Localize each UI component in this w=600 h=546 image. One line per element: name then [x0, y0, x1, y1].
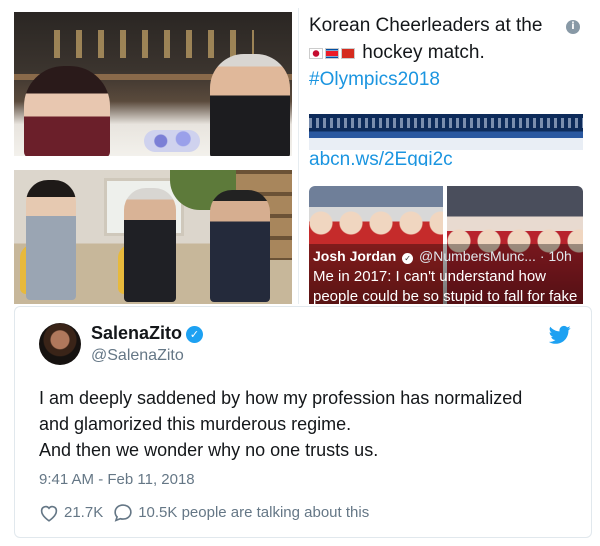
reply-time: · 10h [539, 248, 572, 264]
reply-text-line1: Me in 2017: I can't understand how [313, 268, 547, 285]
photo-detail-person-right [210, 54, 290, 156]
info-icon[interactable]: i [566, 20, 580, 34]
hashtag-link[interactable]: #Olympics2018 [309, 69, 440, 90]
verified-icon: ✓ [402, 253, 414, 264]
photo-detail-person-right [210, 190, 270, 302]
reply-author-handle[interactable]: @NumbersMunc... [419, 248, 536, 264]
avatar[interactable] [39, 323, 81, 365]
hockey-tweet-text: Korean Cheerleaders at the hockey match.… [309, 12, 569, 93]
tweet-body-line1: I am deeply saddened by how my professio… [39, 388, 523, 408]
photo-detail-person-left [26, 180, 76, 300]
verified-badge-icon: ✓ [186, 326, 204, 343]
shortened-link[interactable]: abcn.ws/2Egqi2c [309, 150, 453, 166]
comments-count: 10.5K people are talking about this [138, 504, 370, 521]
flag-south-korea-icon [309, 48, 323, 59]
photo-meeting-room[interactable] [14, 170, 292, 304]
speech-bubble-icon [114, 504, 132, 522]
photo-detail-flowers [144, 130, 200, 152]
tweet-body: I am deeply saddened by how my professio… [39, 385, 579, 463]
embedded-tweet-reply[interactable]: abcn.ws/2Egqi2c Josh Jordan ✓ @NumbersMu… [298, 150, 592, 304]
photo-detail-lights [54, 30, 254, 58]
reply-author: Josh Jordan ✓ @NumbersMunc... · 10h [313, 248, 572, 264]
heart-icon [40, 505, 58, 522]
comments-button[interactable]: 10.5K people are talking about this [113, 503, 369, 522]
hockey-tweet-line2: hockey match. [362, 42, 485, 63]
hockey-tweet-line1: Korean Cheerleaders at the [309, 15, 543, 36]
reply-author-name[interactable]: Josh Jordan [313, 248, 396, 264]
flag-switzerland-icon [341, 48, 355, 59]
author-handle[interactable]: @SalenaZito [91, 347, 184, 365]
tweet-timestamp[interactable]: 9:41 AM - Feb 11, 2018 [39, 471, 195, 488]
twitter-logo-icon[interactable] [549, 325, 571, 345]
tweet-body-line3: And then we wonder why no one trusts us. [39, 440, 379, 460]
author-name-text: SalenaZito [91, 323, 183, 343]
embedded-tweet-hockey[interactable]: Korean Cheerleaders at the hockey match.… [298, 8, 592, 158]
tweet-card[interactable]: SalenaZito ✓ @SalenaZito I am deeply sadd… [14, 306, 592, 538]
photo-dinner-table[interactable] [14, 12, 292, 156]
photo-detail-faces [309, 206, 443, 240]
photo-detail-person-left [24, 66, 110, 156]
image-collage: Korean Cheerleaders at the hockey match.… [0, 0, 600, 305]
like-count: 21.7K [64, 504, 104, 521]
author-display-name[interactable]: SalenaZito ✓ [91, 323, 204, 344]
like-button[interactable]: 21.7K [39, 504, 103, 522]
tweet-body-line2: and glamorized this murderous regime. [39, 414, 352, 434]
flag-north-korea-icon [325, 48, 339, 59]
tweet-actions: 21.7K 10.5K people are talking about thi… [39, 503, 379, 522]
photo-detail-person-center [124, 188, 176, 302]
reply-text-line2: people could be so stupid to fall for fa… [313, 288, 578, 304]
